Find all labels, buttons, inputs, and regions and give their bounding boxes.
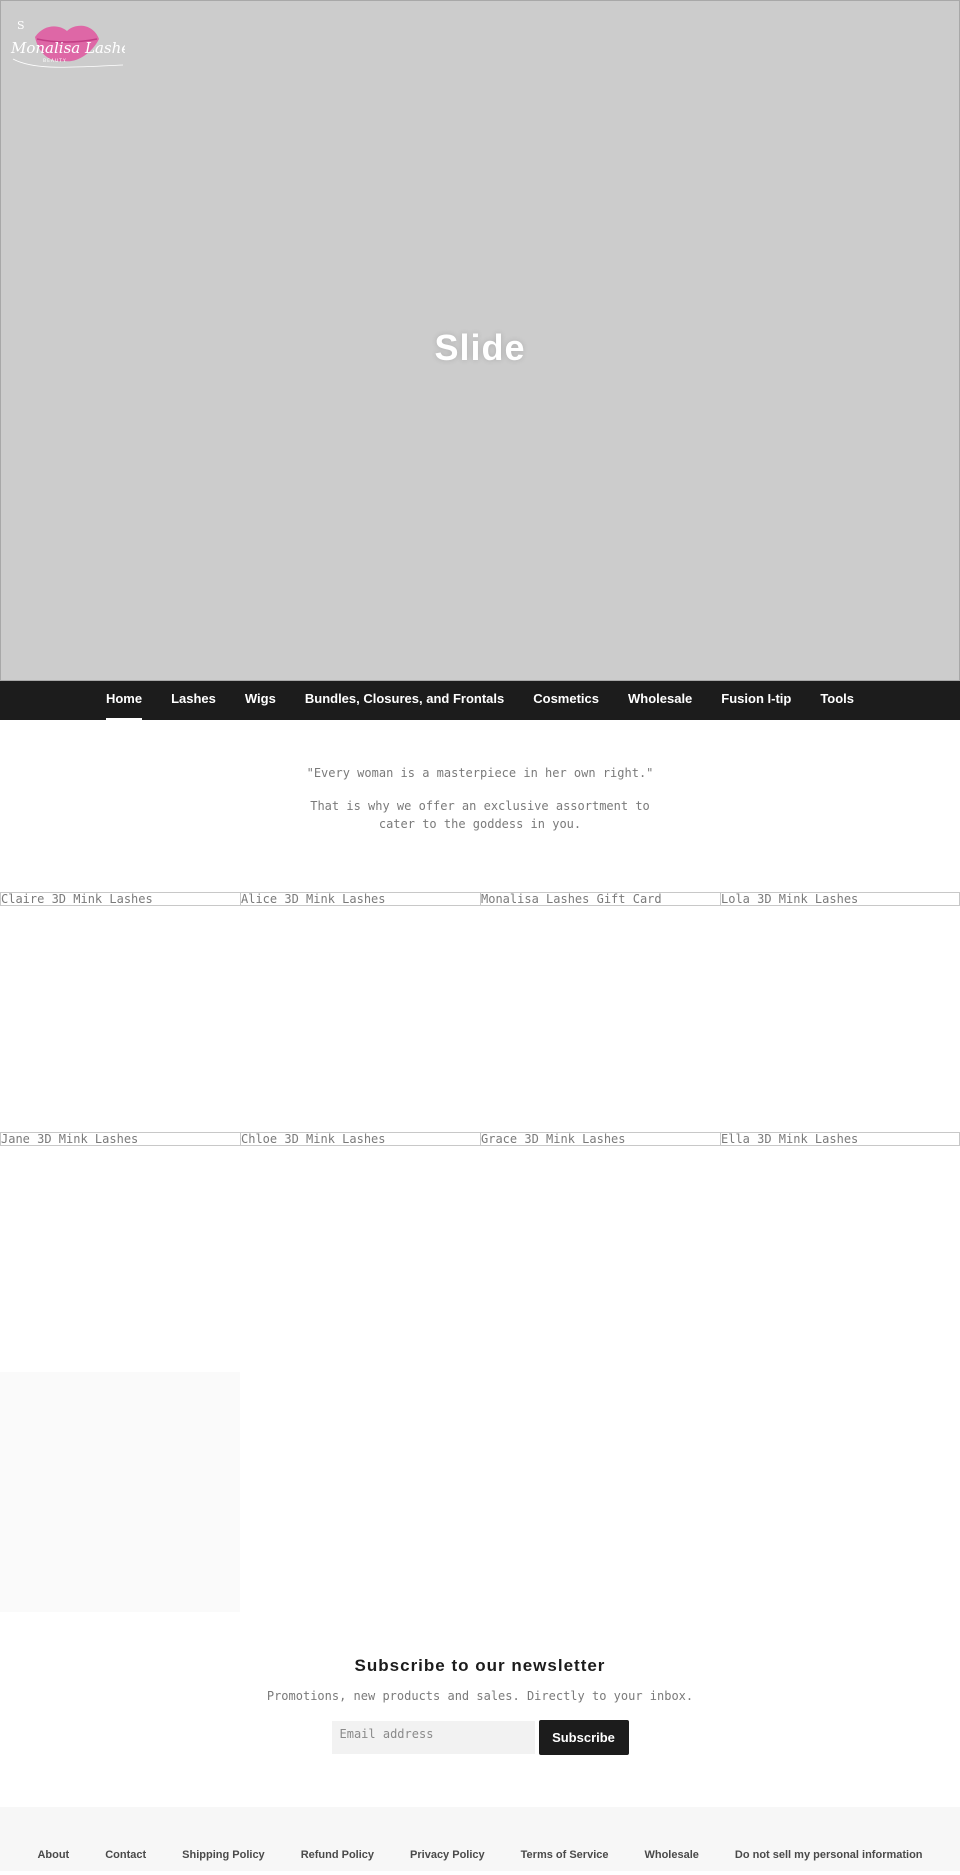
logo-sub-text: BEAUTY (43, 58, 67, 64)
footer-link-terms-of-service[interactable]: Terms of Service (521, 1849, 609, 1861)
nav-item-wigs[interactable]: Wigs (245, 681, 276, 720)
product-title[interactable]: Ella 3D Mink Lashes (720, 1132, 960, 1146)
product-card[interactable]: Monalisa Lashes Gift Card (480, 892, 720, 1132)
email-input[interactable] (331, 1721, 535, 1754)
product-card[interactable]: Chloe 3D Mink Lashes (240, 1132, 480, 1372)
footer-link-do-not-sell[interactable]: Do not sell my personal information (735, 1849, 923, 1861)
intro-section: "Every woman is a masterpiece in her own… (0, 720, 960, 833)
footer-link-refund-policy[interactable]: Refund Policy (301, 1849, 374, 1861)
product-title[interactable]: Claire 3D Mink Lashes (0, 892, 240, 906)
newsletter-title: Subscribe to our newsletter (354, 1656, 606, 1675)
hero-slideshow: S Monalisa Lashes BEAUTY Slide (0, 0, 960, 681)
product-title[interactable]: Lola 3D Mink Lashes (720, 892, 960, 906)
intro-quote: "Every woman is a masterpiece in her own… (306, 766, 654, 780)
nav-item-fusion-itip[interactable]: Fusion I-tip (721, 681, 791, 720)
nav-item-wholesale[interactable]: Wholesale (628, 681, 692, 720)
product-title[interactable]: Grace 3D Mink Lashes (480, 1132, 720, 1146)
product-card[interactable]: Alice 3D Mink Lashes (240, 892, 480, 1132)
product-grid-row-2: Jane 3D Mink Lashes Chloe 3D Mink Lashes… (0, 1132, 960, 1372)
nav-item-home[interactable]: Home (105, 681, 143, 720)
nav-item-cosmetics[interactable]: Cosmetics (533, 681, 599, 720)
nav-item-tools[interactable]: Tools (820, 681, 854, 720)
subscribe-button[interactable]: Subscribe (538, 1720, 629, 1755)
main-navigation: Home Lashes Wigs Bundles, Closures, and … (0, 681, 960, 720)
product-title[interactable]: Alice 3D Mink Lashes (240, 892, 480, 906)
newsletter-subtitle: Promotions, new products and sales. Dire… (266, 1689, 694, 1703)
product-card[interactable]: Claire 3D Mink Lashes (0, 892, 240, 1132)
product-title[interactable]: Monalisa Lashes Gift Card (480, 892, 720, 906)
logo-script-text: Monalisa Lashes (10, 39, 125, 57)
footer-link-privacy-policy[interactable]: Privacy Policy (410, 1849, 485, 1861)
product-grid: Claire 3D Mink Lashes Alice 3D Mink Lash… (0, 892, 960, 1132)
newsletter-form: Subscribe (0, 1720, 960, 1755)
image-placeholder (0, 1372, 240, 1612)
site-footer: About Contact Shipping Policy Refund Pol… (0, 1807, 960, 1871)
lips-logo-icon: S Monalisa Lashes BEAUTY (10, 19, 125, 68)
site-logo[interactable]: S Monalisa Lashes BEAUTY (5, 15, 125, 71)
logo-mark-text: S (17, 19, 25, 32)
newsletter-section: Subscribe to our newsletter Promotions, … (0, 1612, 960, 1807)
product-card[interactable]: Lola 3D Mink Lashes (720, 892, 960, 1132)
footer-link-contact[interactable]: Contact (105, 1849, 146, 1861)
product-title[interactable]: Jane 3D Mink Lashes (0, 1132, 240, 1146)
nav-item-bundles[interactable]: Bundles, Closures, and Frontals (305, 681, 504, 720)
intro-body: That is why we offer an exclusive assort… (310, 799, 650, 831)
product-card[interactable]: Ella 3D Mink Lashes (720, 1132, 960, 1372)
product-title[interactable]: Chloe 3D Mink Lashes (240, 1132, 480, 1146)
product-card[interactable]: Jane 3D Mink Lashes (0, 1132, 240, 1372)
nav-item-lashes[interactable]: Lashes (171, 681, 216, 720)
footer-link-wholesale[interactable]: Wholesale (644, 1849, 698, 1861)
product-card[interactable]: Grace 3D Mink Lashes (480, 1132, 720, 1372)
footer-link-shipping-policy[interactable]: Shipping Policy (182, 1849, 265, 1861)
hero-title: Slide (434, 327, 526, 368)
footer-link-about[interactable]: About (37, 1849, 69, 1861)
